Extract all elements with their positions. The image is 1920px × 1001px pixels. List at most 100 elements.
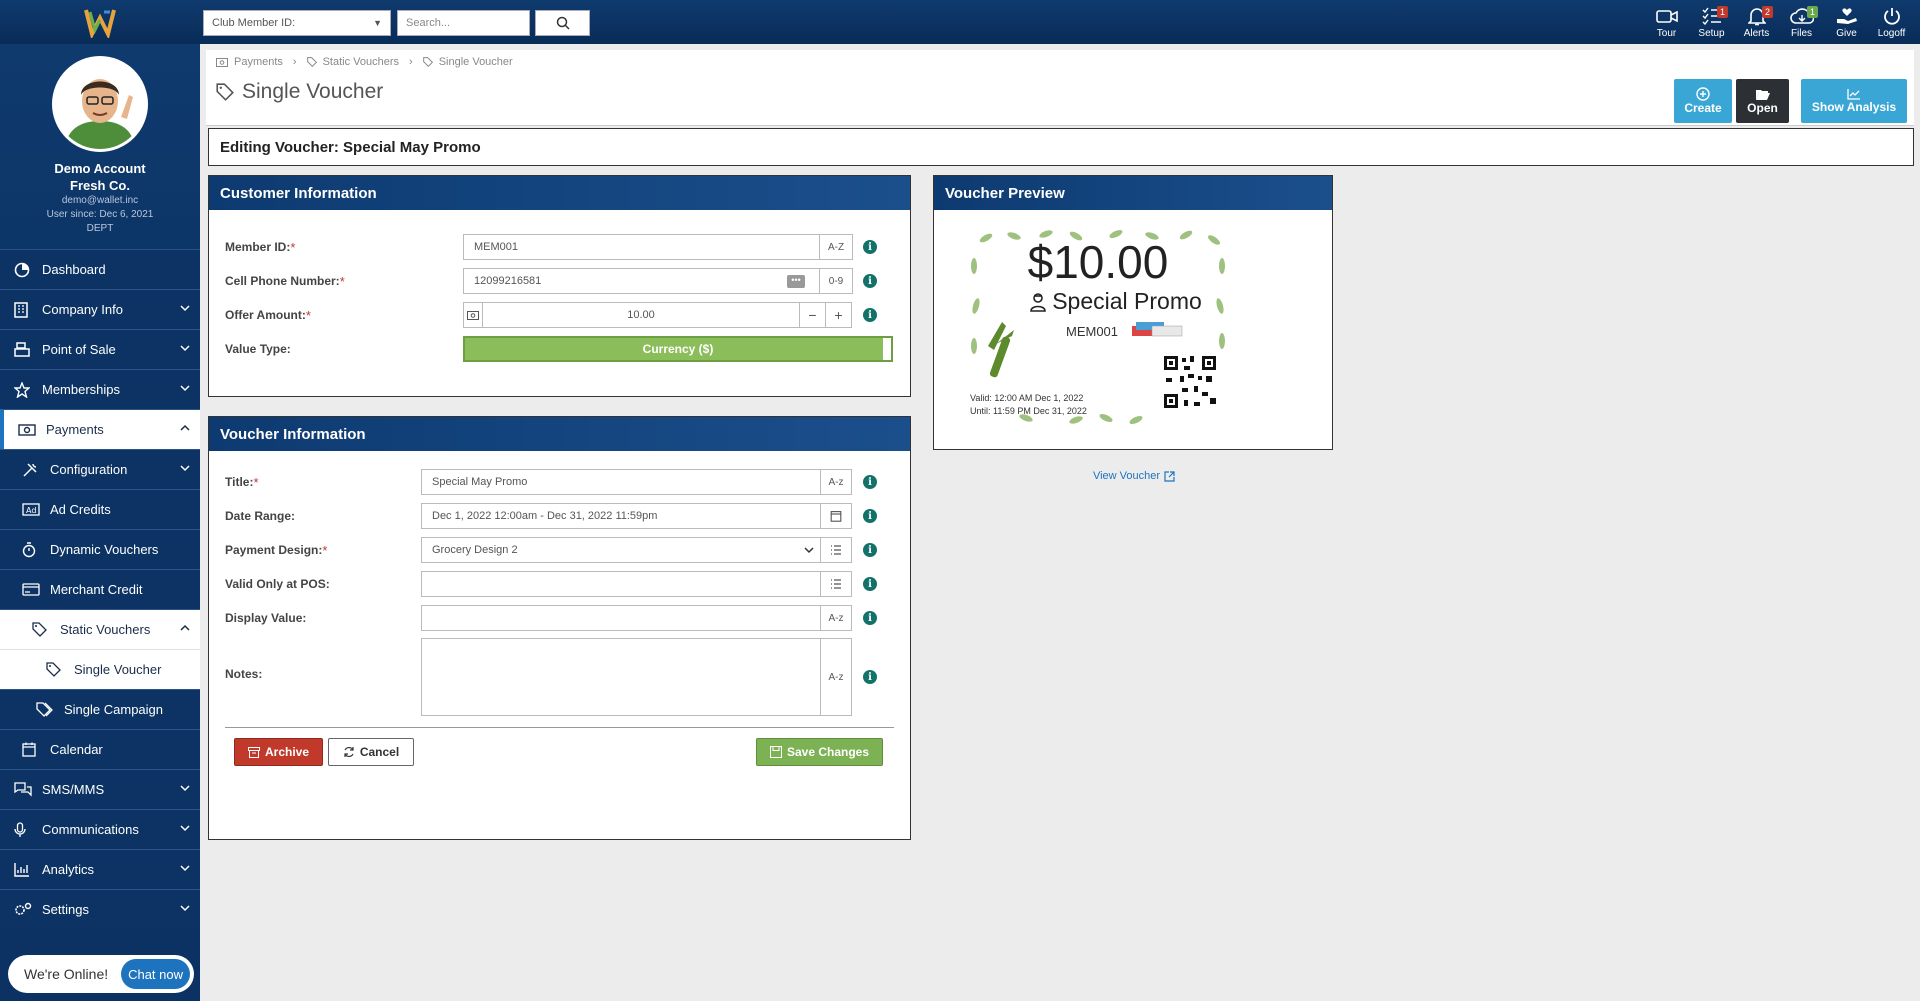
external-link-icon [1164, 470, 1175, 482]
increment-button[interactable]: + [825, 302, 852, 328]
voucher-info-panel: Voucher Information Title: * Special May … [208, 416, 911, 840]
club-member-select[interactable]: Club Member ID: ▼ [203, 10, 391, 36]
top-actions: Tour 1 Setup 2 Alerts 1 Files Give Logof… [1644, 4, 1914, 42]
sidebar-item-company-info[interactable]: Company Info [0, 289, 200, 329]
display-value-info-icon[interactable]: i [863, 611, 877, 625]
sidebar-item-settings[interactable]: Settings [0, 889, 200, 929]
open-button[interactable]: Open [1736, 79, 1789, 123]
folder-open-icon [1755, 89, 1770, 100]
chat-now-button[interactable]: Chat now [121, 959, 190, 989]
display-value-input[interactable] [421, 605, 821, 631]
sidebar-item-memberships[interactable]: Memberships [0, 369, 200, 409]
more-dots-icon: ••• [787, 275, 805, 288]
payment-design-row: Payment Design: * [225, 537, 327, 563]
create-button[interactable]: Create [1674, 79, 1732, 123]
search-button[interactable] [535, 10, 590, 36]
sidebar-item-label: Single Voucher [74, 662, 162, 677]
sidebar-item-dashboard[interactable]: Dashboard [0, 249, 200, 289]
title-az-button[interactable]: A-z [820, 469, 852, 495]
valid-pos-info-icon[interactable]: i [863, 577, 877, 591]
title-info-icon[interactable]: i [863, 475, 877, 489]
cancel-button[interactable]: Cancel [328, 738, 414, 766]
phone-09-button[interactable]: 0-9 [819, 268, 853, 294]
voucher-member: MEM001 [1066, 324, 1119, 339]
tour-button[interactable]: Tour [1644, 4, 1689, 42]
building-icon [14, 301, 28, 318]
offer-row: Offer Amount: * [225, 302, 311, 328]
page-title-text: Single Voucher [242, 80, 384, 103]
avatar[interactable] [52, 56, 148, 152]
title-input[interactable]: Special May Promo [421, 469, 821, 495]
title-value: Special May Promo [432, 476, 528, 488]
minus-icon: − [808, 307, 817, 323]
give-button[interactable]: Give [1824, 4, 1869, 42]
search-input[interactable]: Search... [397, 10, 530, 36]
page-title: Single Voucher [216, 80, 383, 104]
sidebar-item-calendar[interactable]: Calendar [0, 729, 200, 769]
top-bar: Club Member ID: ▼ Search... Tour 1 Setup… [0, 0, 1920, 44]
sidebar-item-payments[interactable]: Payments [0, 409, 200, 449]
chevron-up-icon [180, 424, 190, 431]
view-voucher-link[interactable]: View Voucher [934, 470, 1334, 482]
design-list-button[interactable] [820, 537, 852, 563]
sidebar-item-merchant-credit[interactable]: Merchant Credit [0, 569, 200, 609]
notes-az-button[interactable]: A-z [820, 638, 852, 716]
member-id-info-icon[interactable]: i [863, 240, 877, 254]
chevron-down-icon [180, 305, 190, 312]
toggle-handle[interactable] [883, 338, 891, 360]
logoff-button[interactable]: Logoff [1869, 4, 1914, 42]
sidebar-item-ad-credits[interactable]: Ad Ad Credits [0, 489, 200, 529]
save-changes-button[interactable]: Save Changes [756, 738, 883, 766]
alerts-button[interactable]: 2 Alerts [1734, 4, 1779, 42]
calendar-button[interactable] [820, 503, 852, 529]
decrement-button[interactable]: − [799, 302, 826, 328]
pos-list-button[interactable] [820, 571, 852, 597]
money-addon [463, 302, 483, 328]
sidebar-item-dynamic-vouchers[interactable]: Dynamic Vouchers [0, 529, 200, 569]
notes-info-icon[interactable]: i [863, 670, 877, 684]
sidebar-item-sms-mms[interactable]: SMS/MMS [0, 769, 200, 809]
breadcrumb-static-vouchers[interactable]: Static Vouchers [323, 56, 399, 68]
notes-textarea[interactable] [421, 638, 821, 716]
sidebar-item-point-of-sale[interactable]: Point of Sale [0, 329, 200, 369]
sidebar-item-static-vouchers[interactable]: Static Vouchers [0, 609, 200, 649]
offer-amount-input[interactable]: 10.00 [482, 302, 800, 328]
phone-input[interactable]: 12099216581 ••• [463, 268, 820, 294]
profile-company: Fresh Co. [70, 178, 130, 193]
give-label: Give [1836, 28, 1857, 39]
sidebar-item-communications[interactable]: Communications [0, 809, 200, 849]
sidebar-item-label: Dashboard [42, 262, 106, 277]
payment-design-select[interactable]: Grocery Design 2 [421, 537, 821, 563]
breadcrumb-payments[interactable]: Payments [234, 56, 283, 68]
profile-card: Demo Account Fresh Co. demo@wallet.inc U… [0, 56, 200, 261]
sidebar-item-label: Settings [42, 902, 89, 917]
chevron-down-icon [180, 465, 190, 472]
payment-design-info-icon[interactable]: i [863, 543, 877, 557]
app-logo[interactable] [0, 0, 200, 44]
show-analysis-button[interactable]: Show Analysis [1801, 79, 1907, 123]
value-type-toggle[interactable]: Currency ($) [463, 336, 893, 362]
date-range-info-icon[interactable]: i [863, 509, 877, 523]
offer-info-icon[interactable]: i [863, 308, 877, 322]
sidebar-item-single-campaign[interactable]: Single Campaign [0, 689, 200, 729]
chat-widget[interactable]: We're Online! Chat now [8, 955, 194, 993]
sidebar-item-configuration[interactable]: Configuration [0, 449, 200, 489]
sidebar-item-single-voucher[interactable]: Single Voucher [0, 649, 200, 689]
date-range-input[interactable]: Dec 1, 2022 12:00am - Dec 31, 2022 11:59… [421, 503, 821, 529]
display-az-button[interactable]: A-z [820, 605, 852, 631]
archive-button[interactable]: Archive [234, 738, 323, 766]
calendar-icon [22, 742, 36, 757]
payment-design-label: Payment Design: [225, 543, 323, 557]
member-id-input[interactable]: MEM001 [463, 234, 820, 260]
sidebar-item-analytics[interactable]: Analytics [0, 849, 200, 889]
member-id-az-button[interactable]: A-Z [819, 234, 853, 260]
chat-bubbles-icon [14, 782, 32, 797]
files-button[interactable]: 1 Files [1779, 4, 1824, 42]
stopwatch-icon [22, 541, 36, 557]
valid-pos-input[interactable] [421, 571, 821, 597]
money-icon [18, 423, 36, 436]
setup-button[interactable]: 1 Setup [1689, 4, 1734, 42]
phone-info-icon[interactable]: i [863, 274, 877, 288]
sidebar: Demo Account Fresh Co. demo@wallet.inc U… [0, 44, 200, 1001]
chevron-down-icon [180, 785, 190, 792]
